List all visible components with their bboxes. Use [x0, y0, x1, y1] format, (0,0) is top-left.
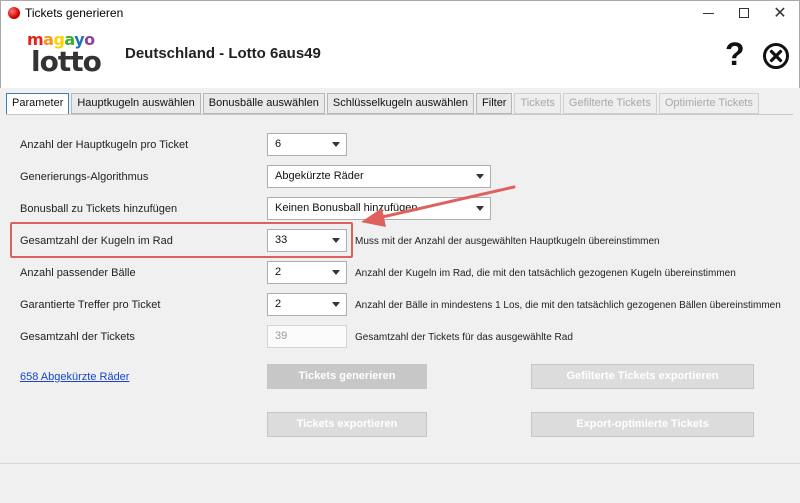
- maximize-icon: [739, 8, 749, 18]
- main-balls-select[interactable]: 6: [267, 133, 347, 156]
- algorithm-label: Generierungs-Algorithmus: [20, 171, 149, 183]
- magayo-lotto-logo: magayo lotto: [27, 30, 103, 80]
- export-filtered-tickets-button[interactable]: Gefilterte Tickets exportieren: [531, 364, 754, 389]
- matching-hint: Anzahl der Kugeln im Rad, die mit den ta…: [355, 268, 736, 279]
- close-circle-icon[interactable]: [762, 42, 790, 70]
- status-bar: [0, 463, 800, 503]
- algorithm-value: Abgekürzte Räder: [275, 170, 364, 182]
- help-icon[interactable]: ?: [725, 36, 745, 72]
- tab-optimized-tickets: Optimierte Tickets: [658, 93, 759, 114]
- wheel-total-hint: Muss mit der Anzahl der ausgewählten Hau…: [355, 236, 660, 247]
- ticket-total-label: Gesamtzahl der Tickets: [20, 331, 135, 343]
- logo-bottom-text: lotto: [31, 45, 102, 78]
- guaranteed-value: 2: [275, 298, 282, 310]
- abbreviated-wheels-link[interactable]: 658 Abgekürzte Räder: [20, 371, 129, 383]
- guaranteed-hint: Anzahl der Bälle in mindestens 1 Los, di…: [355, 300, 781, 311]
- tab-parameter[interactable]: Parameter: [6, 93, 70, 115]
- tab-key-balls[interactable]: Schlüsselkugeln auswählen: [326, 93, 475, 114]
- lottery-title: Deutschland - Lotto 6aus49: [125, 45, 321, 62]
- window-close-button[interactable]: ✕: [763, 1, 797, 25]
- tab-bonus-balls[interactable]: Bonusbälle auswählen: [202, 93, 325, 114]
- export-tickets-button[interactable]: Tickets exportieren: [267, 412, 427, 437]
- guaranteed-select[interactable]: 2: [267, 293, 347, 316]
- bonus-value: Keinen Bonusball hinzufügen: [275, 202, 418, 214]
- bonus-select[interactable]: Keinen Bonusball hinzufügen: [267, 197, 491, 220]
- chevron-down-icon: [332, 302, 340, 307]
- title-bar: Tickets generieren ✕: [0, 0, 800, 24]
- minimize-icon: [702, 12, 714, 14]
- tab-filter[interactable]: Filter: [476, 93, 513, 114]
- matching-value: 2: [275, 266, 282, 278]
- tab-filtered-tickets: Gefilterte Tickets: [562, 93, 657, 114]
- main-balls-label: Anzahl der Hauptkugeln pro Ticket: [20, 139, 189, 151]
- ticket-total-field: 39: [267, 325, 347, 348]
- app-icon: [8, 7, 20, 19]
- matching-select[interactable]: 2: [267, 261, 347, 284]
- minimize-button[interactable]: [691, 1, 725, 25]
- tab-tickets: Tickets: [514, 93, 561, 114]
- app-header: magayo lotto Deutschland - Lotto 6aus49 …: [0, 24, 800, 88]
- ticket-total-hint: Gesamtzahl der Tickets für das ausgewähl…: [355, 332, 573, 343]
- algorithm-select[interactable]: Abgekürzte Räder: [267, 165, 491, 188]
- tab-main-balls[interactable]: Hauptkugeln auswählen: [71, 93, 201, 114]
- annotation-highlight-box: [10, 222, 353, 258]
- main-balls-value: 6: [275, 138, 282, 150]
- chevron-down-icon: [476, 174, 484, 179]
- generate-tickets-button[interactable]: Tickets generieren: [267, 364, 427, 389]
- window-title: Tickets generieren: [25, 6, 124, 20]
- chevron-down-icon: [332, 270, 340, 275]
- chevron-down-icon: [332, 142, 340, 147]
- export-optimized-tickets-button[interactable]: Export-optimierte Tickets: [531, 412, 754, 437]
- maximize-button[interactable]: [727, 1, 761, 25]
- bonus-label: Bonusball zu Tickets hinzufügen: [20, 203, 178, 215]
- guaranteed-label: Garantierte Treffer pro Ticket: [20, 299, 161, 311]
- ticket-total-value: 39: [275, 330, 288, 342]
- matching-label: Anzahl passender Bälle: [20, 267, 136, 279]
- tab-bar: Parameter Hauptkugeln auswählen Bonusbäl…: [6, 93, 761, 115]
- chevron-down-icon: [476, 206, 484, 211]
